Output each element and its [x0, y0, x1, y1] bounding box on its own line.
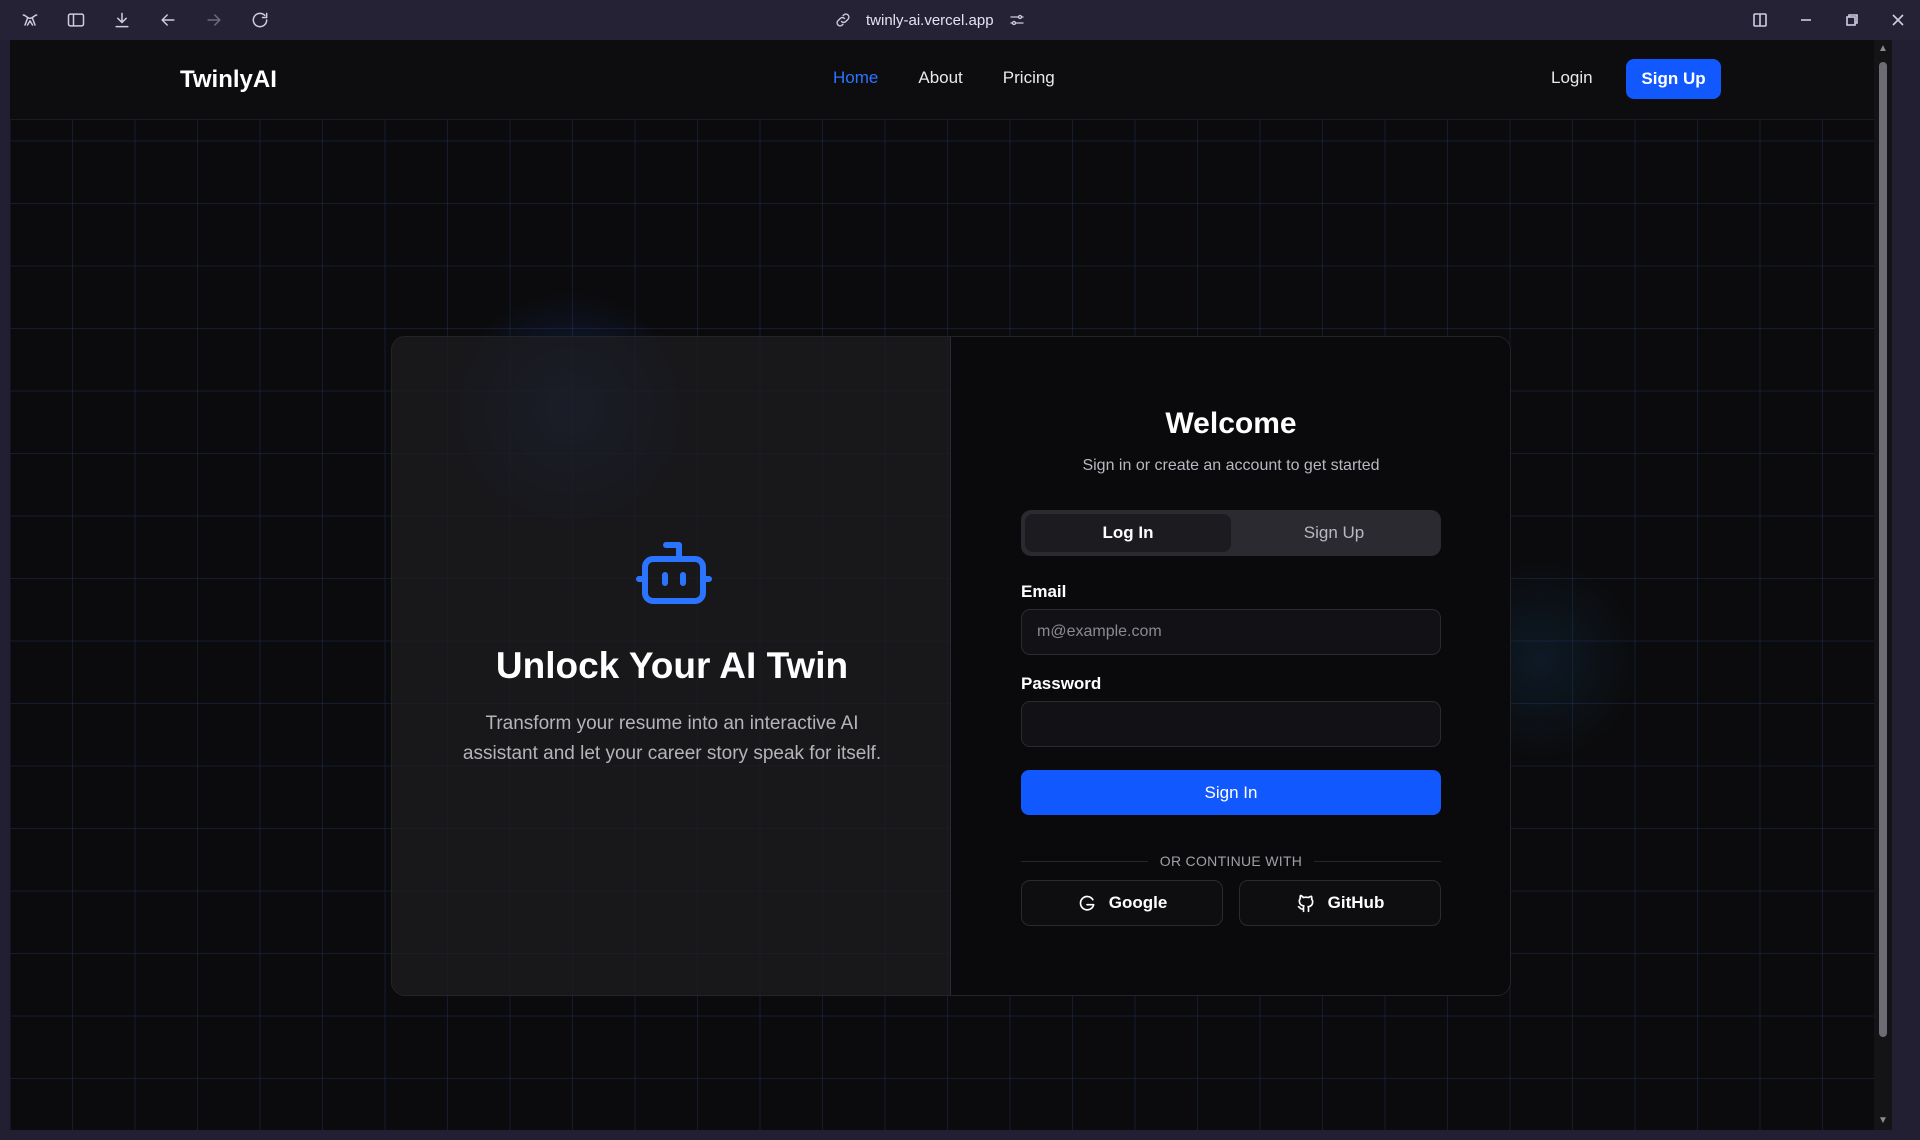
hero-description: Transform your resume into an interactiv…	[462, 713, 882, 764]
site-settings-icon[interactable]	[1008, 11, 1026, 29]
hero-title: Unlock Your AI Twin	[495, 645, 849, 686]
close-icon[interactable]	[1890, 12, 1906, 28]
site-navbar: TwinlyAI Home About Pricing Login Sign U…	[10, 40, 1874, 120]
download-icon[interactable]	[110, 8, 134, 32]
google-login-button[interactable]: Google	[1021, 880, 1223, 926]
nav-links: Home About Pricing	[833, 68, 1055, 88]
split-view-icon[interactable]	[1752, 12, 1768, 28]
browser-toolbar: twinly-ai.vercel.app	[0, 0, 1920, 40]
divider-line	[1314, 860, 1441, 862]
site-logo[interactable]: TwinlyAI	[180, 66, 277, 94]
minimize-icon[interactable]	[1798, 12, 1814, 28]
google-icon	[1079, 895, 1095, 911]
email-label: Email	[1021, 582, 1067, 601]
divider-text: OR CONTINUE WITH	[1159, 853, 1303, 869]
browser-logo-icon[interactable]	[18, 8, 42, 32]
nav-login-link[interactable]: Login	[1551, 68, 1593, 88]
bot-icon	[636, 542, 712, 604]
link-icon	[836, 13, 850, 27]
nav-link-home[interactable]: Home	[833, 68, 878, 88]
address-bar[interactable]: twinly-ai.vercel.app	[834, 0, 1026, 40]
window-controls	[1752, 0, 1906, 40]
page-scrollbar[interactable]: ▲ ▼	[1874, 40, 1892, 1130]
github-label: GitHub	[1327, 893, 1385, 912]
password-field[interactable]	[1021, 701, 1441, 747]
auth-card: Unlock Your AI Twin Transform your resum…	[391, 336, 1511, 996]
auth-subtitle: Sign in or create an account to get star…	[1082, 457, 1380, 474]
auth-tabs: Log In Sign Up	[1021, 510, 1441, 556]
auth-title: Welcome	[1165, 407, 1297, 440]
nav-link-pricing[interactable]: Pricing	[1003, 68, 1055, 88]
github-login-button[interactable]: GitHub	[1239, 880, 1441, 926]
github-icon	[1297, 894, 1314, 913]
browser-nav-buttons	[18, 0, 272, 40]
tab-sign-up[interactable]: Sign Up	[1231, 514, 1437, 552]
google-label: Google	[1108, 893, 1168, 912]
page-viewport: TwinlyAI Home About Pricing Login Sign U…	[10, 40, 1892, 1130]
scroll-thumb[interactable]	[1879, 62, 1887, 1037]
sidebar-toggle-icon[interactable]	[64, 8, 88, 32]
forward-arrow-icon[interactable]	[202, 8, 226, 32]
sign-in-button[interactable]: Sign In	[1021, 770, 1441, 815]
reload-icon[interactable]	[248, 8, 272, 32]
scroll-up-arrow-icon[interactable]: ▲	[1878, 44, 1888, 54]
auth-panel: Welcome Sign in or create an account to …	[951, 337, 1510, 995]
email-field[interactable]	[1021, 609, 1441, 655]
back-arrow-icon[interactable]	[156, 8, 180, 32]
restore-icon[interactable]	[1844, 12, 1860, 28]
nav-link-about[interactable]: About	[918, 68, 962, 88]
scroll-down-arrow-icon[interactable]: ▼	[1878, 1116, 1888, 1126]
url-text[interactable]: twinly-ai.vercel.app	[866, 12, 994, 29]
hero-panel: Unlock Your AI Twin Transform your resum…	[392, 337, 951, 995]
password-label: Password	[1021, 674, 1102, 693]
divider-line	[1021, 860, 1148, 862]
continue-divider: OR CONTINUE WITH	[1021, 851, 1441, 871]
nav-signup-button[interactable]: Sign Up	[1626, 59, 1721, 99]
tab-log-in[interactable]: Log In	[1025, 514, 1231, 552]
